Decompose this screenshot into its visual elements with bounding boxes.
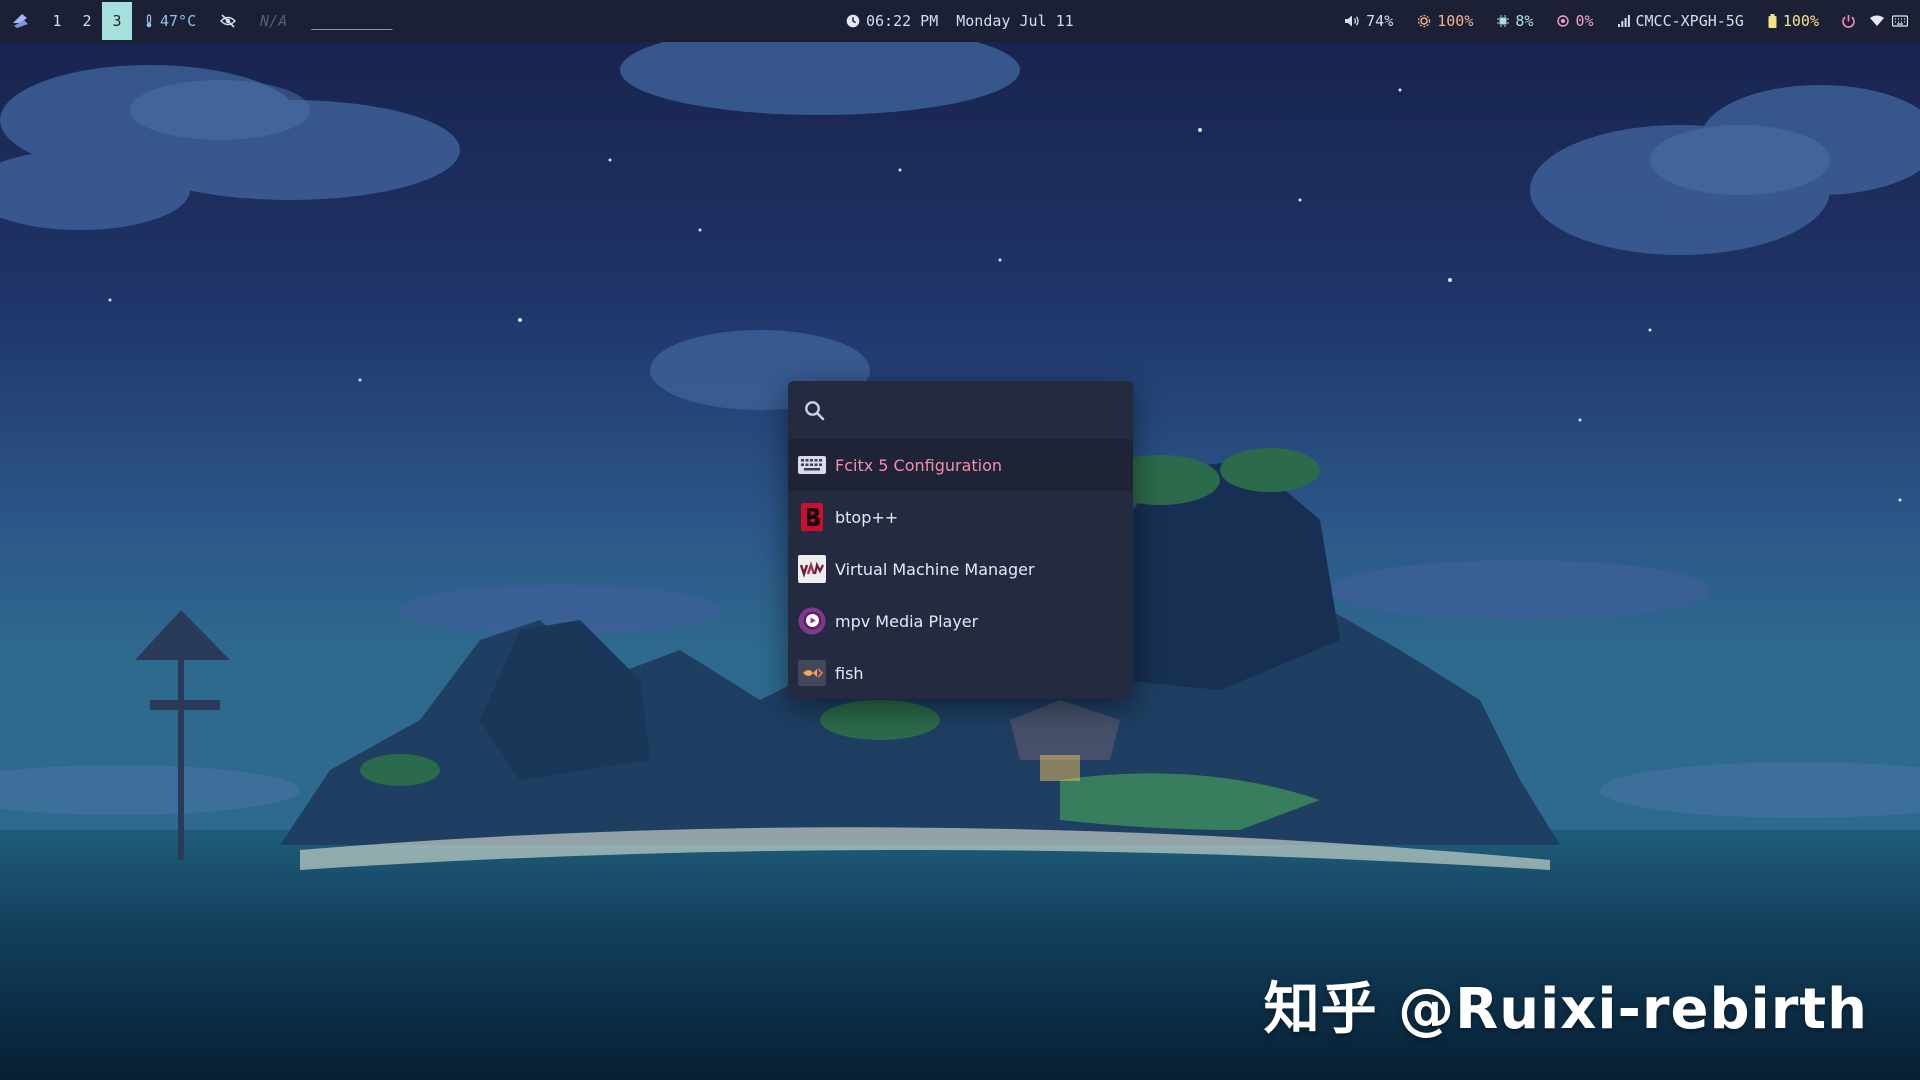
- watermark-text: 知乎 @Ruixi-rebirth: [1263, 977, 1868, 1042]
- network-module[interactable]: CMCC-XPGH-5G: [1606, 0, 1756, 42]
- mpv-icon: [798, 607, 826, 635]
- power-icon: [1842, 14, 1855, 28]
- battery-icon: [1768, 14, 1777, 28]
- result-virtual-machine-manager[interactable]: Virtual Machine Manager: [788, 543, 1133, 595]
- audio-visualizer: __________: [299, 0, 403, 42]
- clock-date: Monday Jul 11: [956, 12, 1074, 30]
- clock-module[interactable]: 06:22 PM Monday Jul 11: [846, 0, 1074, 42]
- eye-slash-icon: [220, 14, 237, 28]
- distro-logo-icon[interactable]: [0, 0, 42, 42]
- power-button[interactable]: [1831, 0, 1866, 42]
- temperature-module[interactable]: 47°C: [132, 0, 208, 42]
- sun-icon: [1418, 14, 1431, 28]
- fish-terminal-icon: [798, 659, 826, 687]
- workspace-2[interactable]: 2: [72, 2, 102, 40]
- result-label: Fcitx 5 Configuration: [835, 455, 1003, 475]
- result-label: btop++: [835, 507, 899, 527]
- result-mpv-media-player[interactable]: mpv Media Player: [788, 595, 1133, 647]
- launcher-results: Fcitx 5 Configuration btop++ Virtual Mac…: [788, 439, 1133, 699]
- search-icon: [805, 400, 825, 420]
- btop-icon: [798, 503, 826, 531]
- cpu-module[interactable]: 8%: [1485, 0, 1545, 42]
- clock-time: 06:22 PM: [866, 12, 939, 30]
- brightness-value: 100%: [1437, 12, 1474, 30]
- media-player-module[interactable]: N/A: [248, 0, 299, 42]
- temperature-value: 47°C: [160, 12, 197, 30]
- bar-left-group: 1 2 3 47°C N/A __________: [0, 0, 404, 42]
- signal-bars-icon: [1617, 15, 1630, 27]
- clock-icon: [846, 14, 860, 28]
- battery-module[interactable]: 100%: [1756, 0, 1831, 42]
- workspace-1[interactable]: 1: [42, 2, 72, 40]
- volume-module[interactable]: 74%: [1332, 0, 1405, 42]
- wifi-icon: [1870, 15, 1884, 26]
- volume-value: 74%: [1366, 12, 1394, 30]
- tray-wifi[interactable]: [1866, 0, 1888, 42]
- result-label: mpv Media Player: [835, 611, 979, 631]
- launcher-search-input[interactable]: [835, 394, 1117, 426]
- cpu-value: 8%: [1515, 12, 1534, 30]
- visualizer-bars: __________: [311, 12, 392, 30]
- result-label: Virtual Machine Manager: [835, 559, 1035, 579]
- tray-keyboard[interactable]: [1888, 0, 1912, 42]
- launcher-search-bar: [788, 381, 1133, 439]
- result-label: fish: [835, 663, 864, 683]
- idle-inhibitor-toggle[interactable]: [208, 0, 248, 42]
- virt-manager-icon: [798, 555, 826, 583]
- thermometer-icon: [146, 14, 152, 28]
- top-bar: 1 2 3 47°C N/A __________ 06:22 PM Monda…: [0, 0, 1920, 42]
- keyboard-icon: [798, 451, 826, 479]
- speaker-icon: [1345, 15, 1359, 27]
- workspace-3[interactable]: 3: [102, 2, 132, 40]
- keyboard-tray-icon: [1892, 15, 1908, 27]
- memory-module[interactable]: 0%: [1545, 0, 1605, 42]
- media-status-text: N/A: [260, 12, 288, 30]
- bar-right-group: 74% 100% 8% 0% CMCC-XPGH-5G 100%: [1332, 0, 1912, 42]
- brightness-module[interactable]: 100%: [1405, 0, 1485, 42]
- battery-value: 100%: [1782, 12, 1819, 30]
- memory-value: 0%: [1575, 12, 1594, 30]
- result-fish[interactable]: fish: [788, 647, 1133, 699]
- cpu-chip-icon: [1497, 15, 1510, 27]
- result-fcitx5-configuration[interactable]: Fcitx 5 Configuration: [788, 439, 1133, 491]
- app-launcher: Fcitx 5 Configuration btop++ Virtual Mac…: [788, 381, 1133, 699]
- result-btop[interactable]: btop++: [788, 491, 1133, 543]
- memory-icon: [1557, 15, 1570, 27]
- network-name: CMCC-XPGH-5G: [1635, 12, 1744, 30]
